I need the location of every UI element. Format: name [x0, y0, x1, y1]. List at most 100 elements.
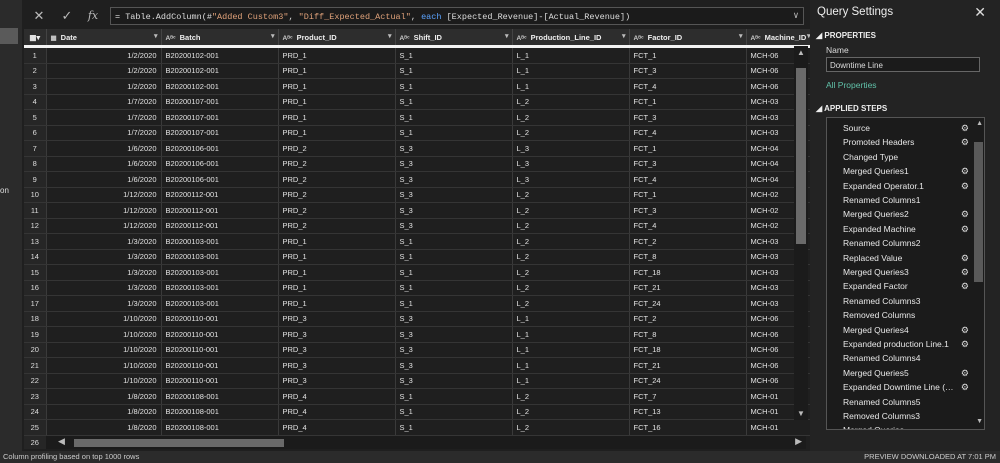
column-filter-dropdown-icon[interactable]: ▾: [622, 32, 626, 40]
table-cell[interactable]: S_1: [395, 388, 513, 405]
table-cell[interactable]: FCT_21: [629, 280, 747, 296]
date-cell[interactable]: 1/7/2020: [46, 94, 162, 110]
table-menu-icon[interactable]: ▦▾: [24, 29, 47, 45]
table-row[interactable]: 11 1/12/2020 B20200112-001 PRD_2 S_3 L_2 FCT_3…: [24, 202, 810, 219]
table-cell[interactable]: L_1: [512, 357, 630, 374]
table-cell[interactable]: S_1: [395, 280, 513, 296]
applied-step-item[interactable]: Renamed Columns3: [827, 294, 973, 308]
column-header-factor-id[interactable]: Aᴮᶜ Factor_ID ▾: [629, 29, 747, 45]
column-header-production-line-id[interactable]: Aᴮᶜ Production_Line_ID ▾: [512, 29, 630, 45]
gear-icon[interactable]: ⚙: [961, 380, 969, 394]
table-cell[interactable]: PRD_3: [278, 326, 396, 343]
table-cell[interactable]: S_3: [395, 373, 513, 389]
applied-step-item[interactable]: Merged Queries4 ⚙: [827, 323, 973, 337]
table-cell[interactable]: S_3: [395, 202, 513, 219]
table-cell[interactable]: PRD_3: [278, 342, 396, 358]
column-filter-dropdown-icon[interactable]: ▾: [388, 32, 392, 40]
table-cell[interactable]: S_1: [395, 78, 513, 95]
table-cell[interactable]: PRD_3: [278, 373, 396, 389]
table-cell[interactable]: PRD_3: [278, 311, 396, 327]
applied-step-item[interactable]: Removed Columns: [827, 308, 973, 322]
table-cell[interactable]: PRD_1: [278, 78, 396, 95]
table-cell[interactable]: B20200108-001: [161, 419, 279, 436]
table-cell[interactable]: PRD_3: [278, 357, 396, 374]
table-cell[interactable]: FCT_3: [629, 63, 747, 79]
date-cell[interactable]: 1/6/2020: [46, 156, 162, 172]
table-row[interactable]: 6 1/7/2020 B20200107-001 PRD_1 S_1 L_2 FCT_4 MC…: [24, 125, 810, 141]
table-cell[interactable]: PRD_1: [278, 63, 396, 79]
table-cell[interactable]: L_2: [512, 404, 630, 420]
scroll-left-icon[interactable]: ◀: [58, 436, 65, 447]
table-cell[interactable]: FCT_16: [629, 419, 747, 436]
table-cell[interactable]: L_2: [512, 388, 630, 405]
table-cell[interactable]: S_3: [395, 326, 513, 343]
table-cell[interactable]: B20200106-001: [161, 140, 279, 157]
table-cell[interactable]: PRD_2: [278, 202, 396, 219]
table-cell[interactable]: B20200108-001: [161, 404, 279, 420]
table-cell[interactable]: L_2: [512, 264, 630, 281]
date-cell[interactable]: 1/12/2020: [46, 218, 162, 234]
table-row[interactable]: 23 1/8/2020 B20200108-001 PRD_4 S_1 L_2 FCT_7 M…: [24, 388, 810, 405]
table-cell[interactable]: L_2: [512, 233, 630, 250]
table-cell[interactable]: L_2: [512, 280, 630, 296]
scroll-up-icon[interactable]: ▲: [794, 48, 808, 57]
table-cell[interactable]: MCH-01: [746, 419, 810, 436]
column-header-shift-id[interactable]: Aᴮᶜ Shift_ID ▾: [395, 29, 513, 45]
gear-icon[interactable]: ⚙: [961, 164, 969, 178]
applied-step-item[interactable]: Renamed Columns2: [827, 236, 973, 250]
gear-icon[interactable]: ⚙: [961, 279, 969, 293]
table-cell[interactable]: PRD_1: [278, 295, 396, 312]
table-cell[interactable]: B20200103-001: [161, 249, 279, 265]
table-cell[interactable]: L_2: [512, 218, 630, 234]
table-cell[interactable]: S_1: [395, 404, 513, 420]
applied-step-item[interactable]: Merged Queries1 ⚙: [827, 164, 973, 178]
table-cell[interactable]: S_1: [395, 295, 513, 312]
gear-icon[interactable]: ⚙: [961, 251, 969, 265]
applied-step-item[interactable]: Renamed Columns1: [827, 193, 973, 207]
table-cell[interactable]: PRD_1: [278, 109, 396, 126]
date-type-icon[interactable]: ▦: [51, 35, 57, 42]
horizontal-scroll-thumb[interactable]: [74, 439, 284, 447]
cancel-formula-icon[interactable]: ✕: [30, 8, 48, 24]
column-header-date[interactable]: ▦ Date ▾: [46, 29, 162, 45]
all-properties-link[interactable]: All Properties: [826, 80, 877, 90]
table-cell[interactable]: FCT_1: [629, 94, 747, 110]
table-cell[interactable]: L_3: [512, 171, 630, 188]
applied-step-item[interactable]: Merged Queries3 ⚙: [827, 265, 973, 279]
vertical-scroll-thumb[interactable]: [796, 68, 806, 244]
table-cell[interactable]: FCT_13: [629, 404, 747, 420]
text-type-icon[interactable]: Aᴮᶜ: [400, 35, 410, 42]
table-row[interactable]: 10 1/12/2020 B20200112-001 PRD_2 S_3 L_2 FCT_1…: [24, 187, 810, 203]
table-cell[interactable]: B20200102-001: [161, 48, 279, 64]
table-row[interactable]: 18 1/10/2020 B20200110-001 PRD_3 S_3 L_1 FCT_2…: [24, 311, 810, 327]
table-cell[interactable]: FCT_24: [629, 373, 747, 389]
table-cell[interactable]: L_1: [512, 48, 630, 64]
column-header-product-id[interactable]: Aᴮᶜ Product_ID ▾: [278, 29, 396, 45]
table-cell[interactable]: B20200108-001: [161, 388, 279, 405]
date-cell[interactable]: 1/8/2020: [46, 419, 162, 436]
table-cell[interactable]: B20200102-001: [161, 63, 279, 79]
column-header-batch[interactable]: Aᴮᶜ Batch ▾: [161, 29, 279, 45]
table-cell[interactable]: B20200107-001: [161, 94, 279, 110]
table-row[interactable]: 20 1/10/2020 B20200110-001 PRD_3 S_3 L_1 FCT_1…: [24, 342, 810, 358]
steps-scroll-up-icon[interactable]: ▲: [976, 120, 983, 127]
date-cell[interactable]: 1/10/2020: [46, 311, 162, 327]
date-cell[interactable]: 1/2/2020: [46, 63, 162, 79]
table-cell[interactable]: FCT_8: [629, 249, 747, 265]
table-cell[interactable]: S_3: [395, 156, 513, 172]
table-cell[interactable]: PRD_2: [278, 171, 396, 188]
table-cell[interactable]: L_1: [512, 342, 630, 358]
table-cell[interactable]: FCT_8: [629, 326, 747, 343]
date-cell[interactable]: 1/6/2020: [46, 140, 162, 157]
table-row[interactable]: 22 1/10/2020 B20200110-001 PRD_3 S_3 L_1 FCT_2…: [24, 373, 810, 389]
text-type-icon[interactable]: Aᴮᶜ: [751, 35, 761, 42]
steps-scroll-down-icon[interactable]: ▼: [976, 418, 983, 425]
table-cell[interactable]: L_2: [512, 202, 630, 219]
table-cell[interactable]: FCT_3: [629, 202, 747, 219]
table-row[interactable]: 15 1/3/2020 B20200103-001 PRD_1 S_1 L_2 FCT_18…: [24, 264, 810, 281]
table-row[interactable]: 5 1/7/2020 B20200107-001 PRD_1 S_1 L_2 FCT_3 MC…: [24, 109, 810, 126]
date-cell[interactable]: 1/10/2020: [46, 373, 162, 389]
table-cell[interactable]: L_1: [512, 78, 630, 95]
table-cell[interactable]: B20200103-001: [161, 233, 279, 250]
table-cell[interactable]: PRD_1: [278, 125, 396, 141]
